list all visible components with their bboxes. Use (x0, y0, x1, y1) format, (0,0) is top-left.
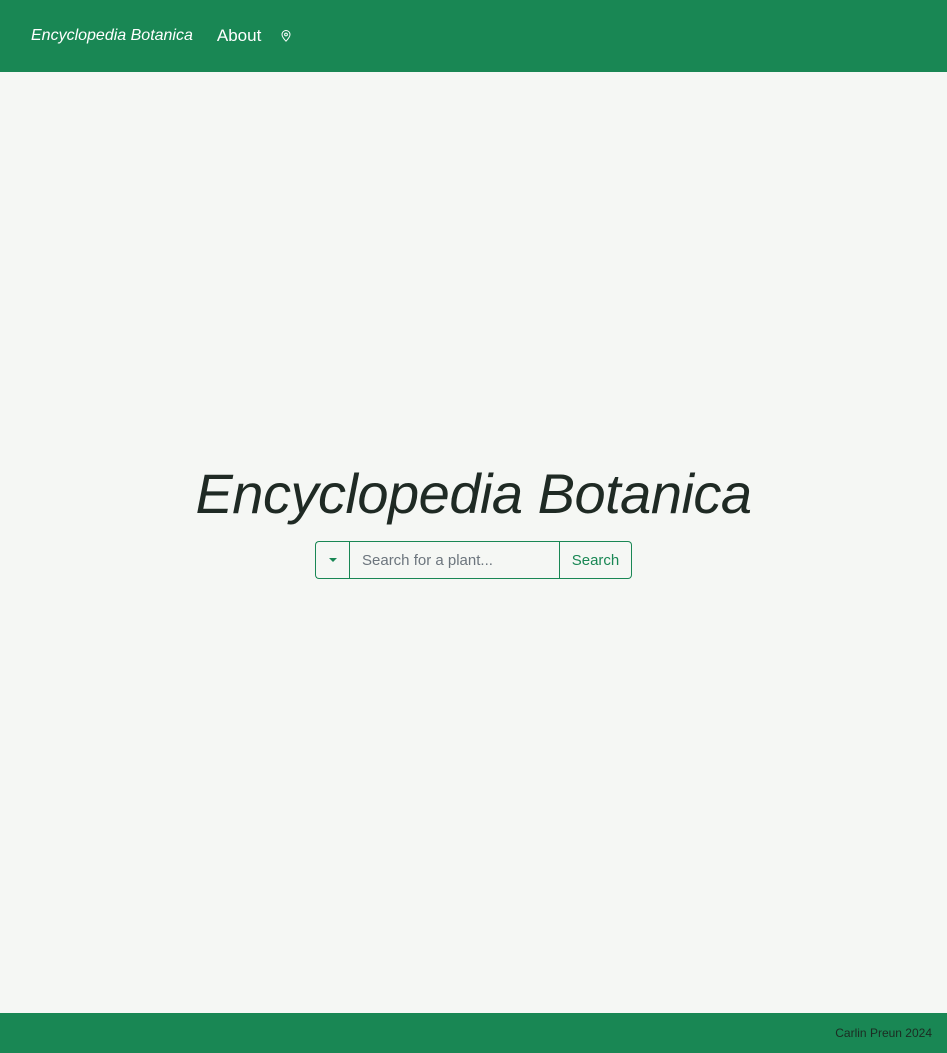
footer: Carlin Preun 2024 (0, 1013, 947, 1053)
brand-link[interactable]: Encyclopedia Botanica (31, 27, 193, 45)
map-pin-icon[interactable] (279, 29, 293, 43)
hero-title: Encyclopedia Botanica (195, 462, 752, 525)
caret-down-icon (328, 558, 337, 562)
hero-section: Encyclopedia Botanica (0, 460, 947, 528)
top-navbar: Encyclopedia Botanica About (0, 0, 947, 72)
search-input[interactable] (349, 541, 560, 579)
nav-about-link[interactable]: About (217, 26, 261, 46)
search-button[interactable]: Search (560, 541, 632, 579)
search-filter-dropdown[interactable] (315, 541, 349, 579)
footer-credit: Carlin Preun 2024 (835, 1026, 932, 1040)
page: Encyclopedia Botanica About Encyclopedia… (0, 0, 947, 1053)
search-group: Search (315, 541, 632, 579)
